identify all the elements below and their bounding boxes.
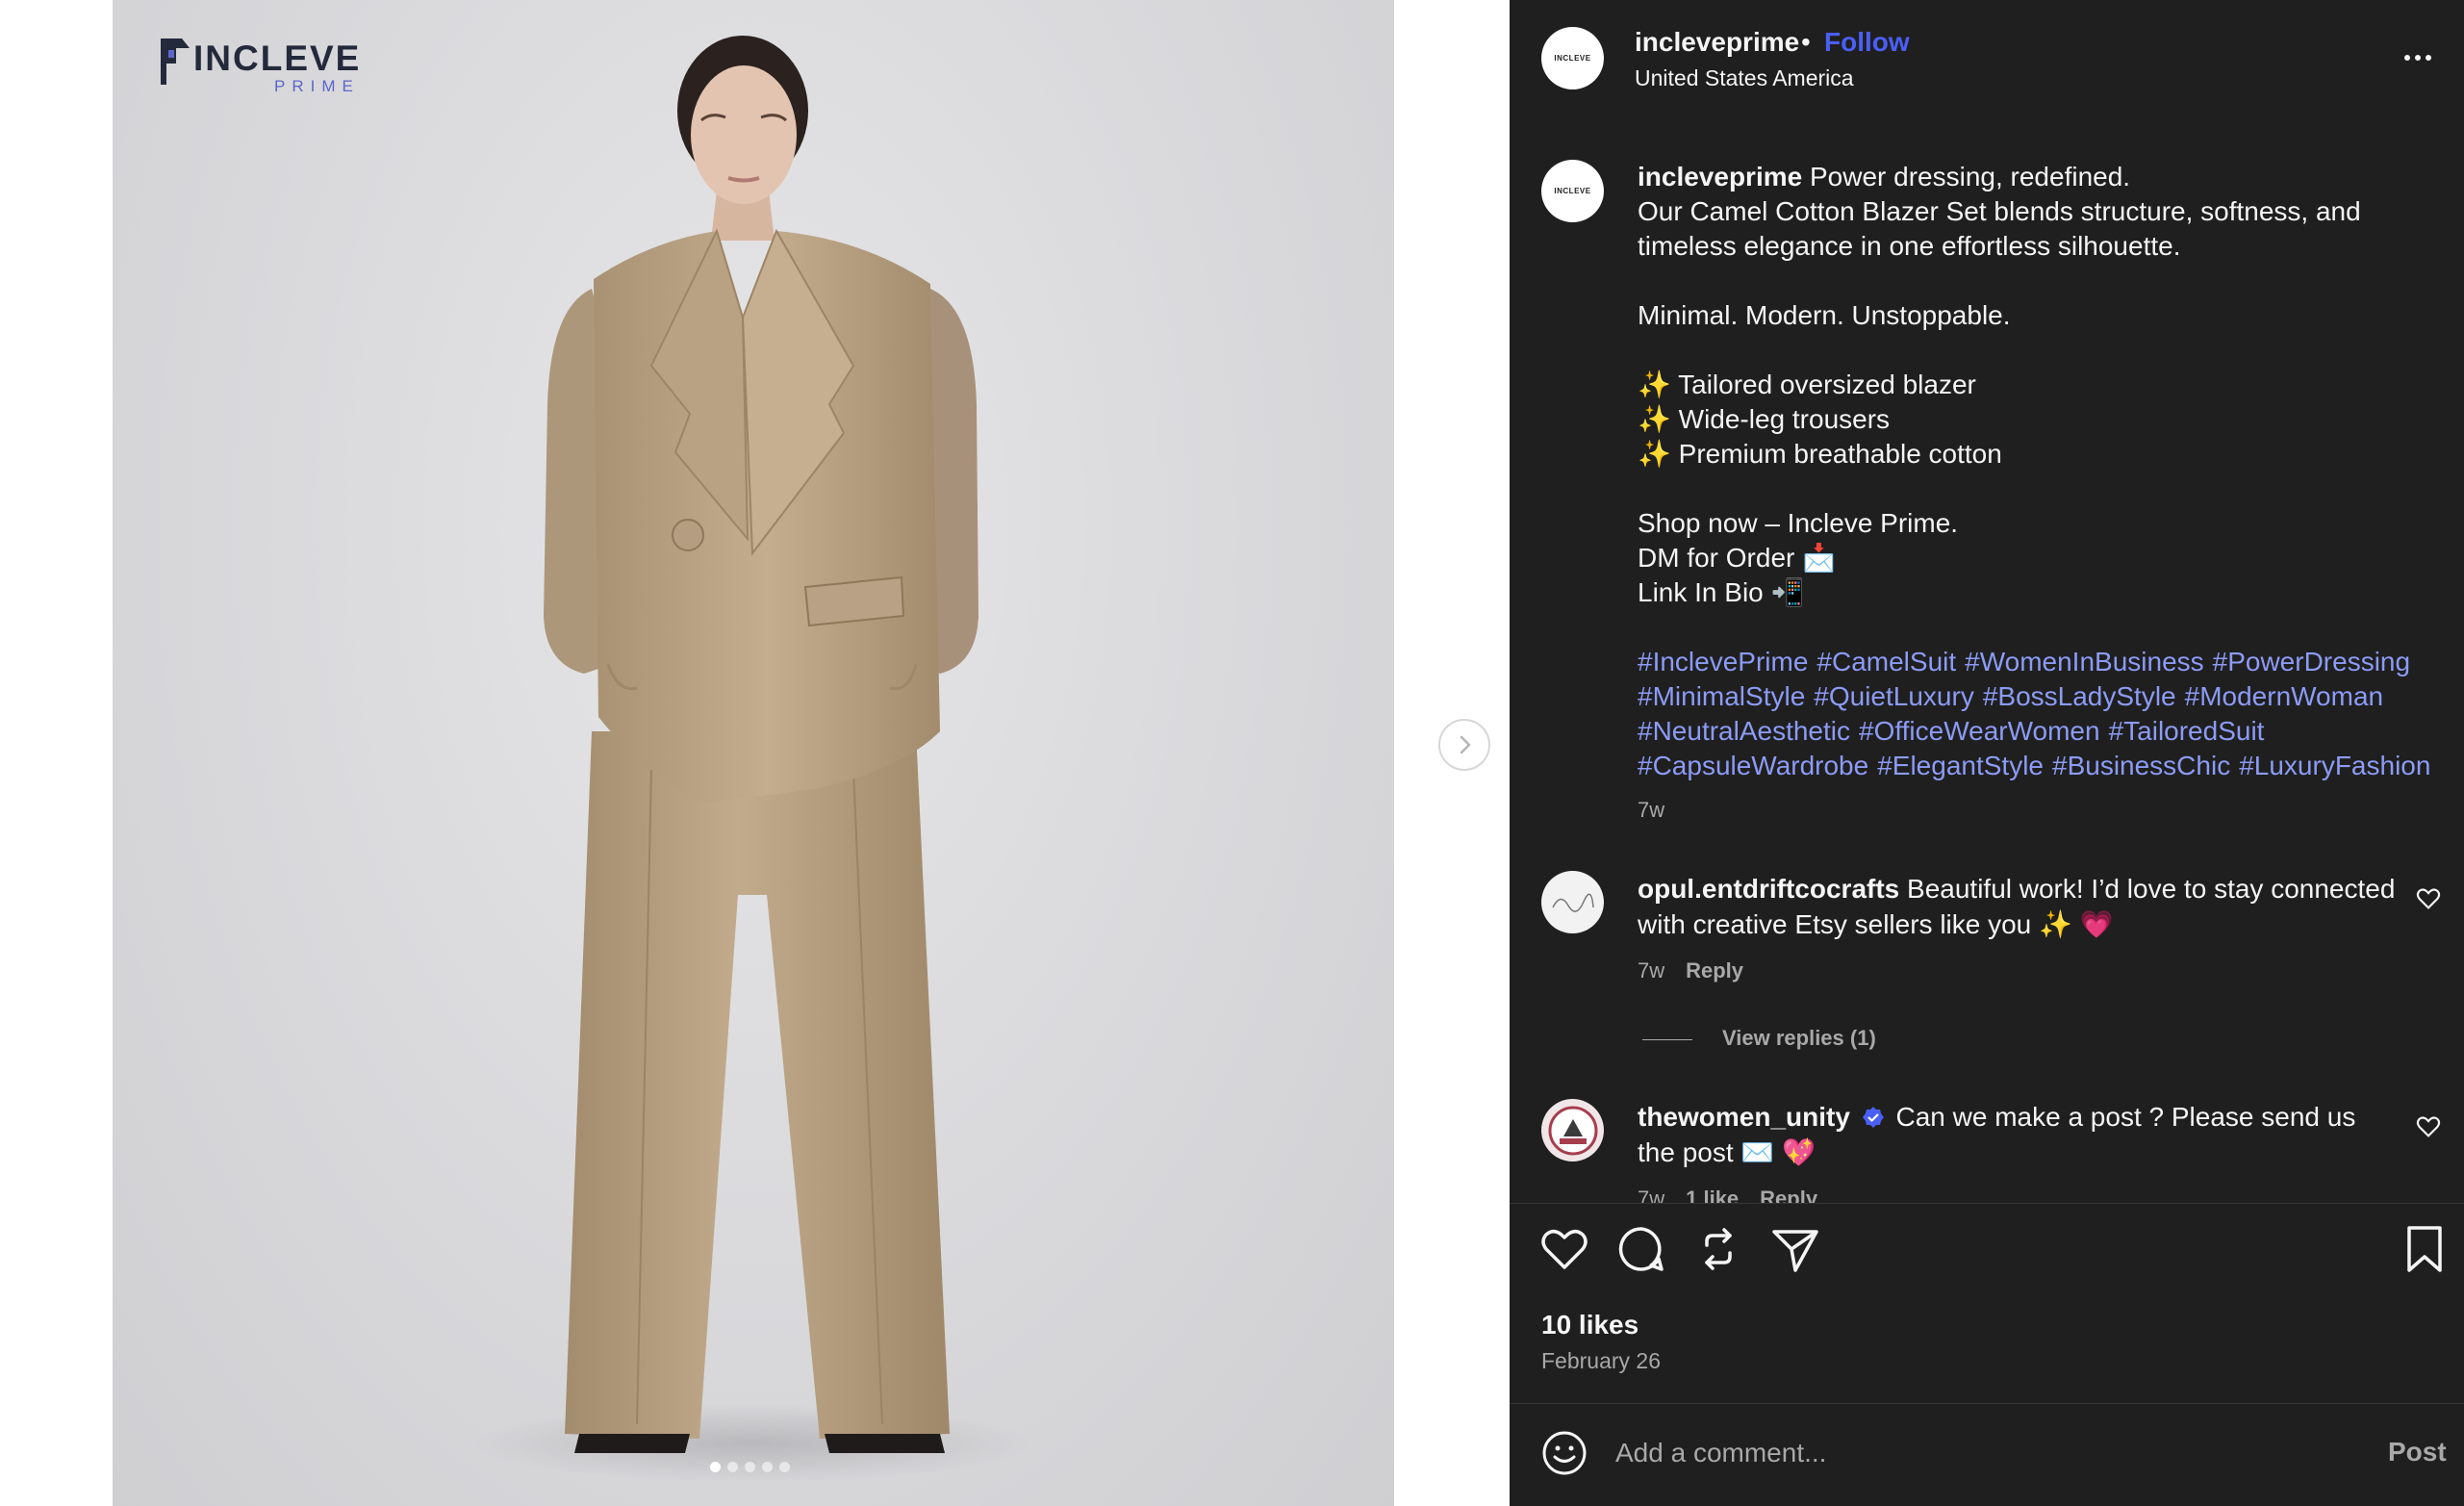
comment-item: thewomen_unity Can we make a post ? Plea… <box>1638 1099 2398 1170</box>
comment-composer: Post <box>1510 1403 2464 1506</box>
emoji-icon[interactable] <box>1540 1429 1588 1477</box>
carousel-next-button[interactable] <box>1438 719 1490 771</box>
post-comment-button[interactable]: Post <box>2388 1437 2447 1468</box>
post-actions-bar <box>1510 1222 2464 1289</box>
comment-avatar[interactable] <box>1541 1099 1604 1161</box>
caption-line: Power dressing, redefined. <box>1809 162 2131 191</box>
hashtag-link[interactable]: #BossLadyStyle <box>1983 681 2176 711</box>
comment-username[interactable]: thewomen_unity <box>1638 1102 1850 1132</box>
carousel-indicator <box>710 1462 790 1472</box>
caption-line-first: incleveprime Power dressing, redefined. <box>1638 160 2426 194</box>
comment-meta: 7w Reply <box>1638 958 1743 983</box>
hashtag-link[interactable]: #PowerDressing <box>2213 647 2410 676</box>
view-replies-button[interactable]: View replies (1) <box>1722 1026 1876 1051</box>
post-side-panel: INCLEVE incleveprime • Follow United Sta… <box>1510 0 2464 1506</box>
profile-avatar[interactable]: INCLEVE <box>1541 27 1604 89</box>
caption-line: ✨ Tailored oversized blazer <box>1638 370 1976 399</box>
avatar-label: INCLEVE <box>1554 187 1591 195</box>
carousel-dot <box>779 1462 790 1472</box>
caption-line: ✨ Premium breathable cotton <box>1638 439 2002 469</box>
comment-username[interactable]: opul.entdriftcocrafts <box>1638 874 1899 904</box>
post-date: February 26 <box>1541 1348 1662 1373</box>
comment-likes[interactable]: 1 like <box>1686 1187 1739 1203</box>
caption-hashtags: #InclevePrime #CamelSuit #WomenInBusiness #… <box>1638 645 2430 783</box>
follow-button[interactable]: Follow <box>1824 27 1910 58</box>
comment-age[interactable]: 7w <box>1638 958 1664 983</box>
hashtag-link[interactable]: #ElegantStyle <box>1877 751 2044 780</box>
hashtag-link[interactable]: #OfficeWearWomen <box>1859 716 2100 746</box>
comments-scroll-area[interactable]: INCLEVE incleveprime Power dressing, red… <box>1510 125 2464 1203</box>
caption-gap <box>1638 264 2426 298</box>
heart-icon[interactable] <box>1537 1222 1591 1276</box>
brand-name: INCLEVE <box>193 38 362 78</box>
caption-gap <box>1638 472 2426 506</box>
post-caption: incleveprime Power dressing, redefined. … <box>1638 160 2430 828</box>
comment-age[interactable]: 7w <box>1638 1187 1664 1203</box>
caption-gap <box>1638 610 2426 645</box>
caption-line: Minimal. Modern. Unstoppable. <box>1638 300 2011 330</box>
avatar-badge-icon <box>1548 1106 1597 1155</box>
caption-age[interactable]: 7w <box>1638 793 2426 828</box>
hashtag-link[interactable]: #LuxuryFashion <box>2239 751 2430 780</box>
brand-mark-icon <box>161 38 190 85</box>
hashtag-link[interactable]: #WomenInBusiness <box>1965 647 2204 676</box>
brand-subtitle: PRIME <box>274 77 360 95</box>
hashtag-link[interactable]: #InclevePrime <box>1638 647 1808 676</box>
header-username[interactable]: incleveprime <box>1635 27 1799 58</box>
hashtag-link[interactable]: #CamelSuit <box>1816 647 1956 676</box>
send-icon[interactable] <box>1768 1222 1822 1276</box>
caption-line: ✨ Wide-leg trousers <box>1638 404 1891 434</box>
comment-item: opul.entdriftcocrafts Beautiful work! I’… <box>1638 871 2398 942</box>
location-link[interactable]: United States America <box>1635 65 1854 91</box>
more-options-button[interactable] <box>2404 38 2452 77</box>
comment-like-heart-icon[interactable] <box>2415 1113 2442 1140</box>
comment-reply-button[interactable]: Reply <box>1686 958 1743 983</box>
caption-gap <box>1638 333 2426 368</box>
caption-avatar[interactable]: INCLEVE <box>1541 160 1604 222</box>
comment-reply-button[interactable]: Reply <box>1760 1187 1817 1203</box>
carousel-dot <box>727 1462 738 1472</box>
caption-line: Our Camel Cotton Blazer Set blends struc… <box>1638 196 2361 261</box>
chevron-right-icon <box>1460 735 1471 754</box>
more-dot <box>2426 55 2431 61</box>
more-dot <box>2404 55 2410 61</box>
hashtag-link[interactable]: #TailoredSuit <box>2109 716 2265 746</box>
hashtag-link[interactable]: #BusinessChic <box>2052 751 2230 780</box>
hashtag-link[interactable]: #CapsuleWardrobe <box>1638 751 1868 780</box>
verified-badge-icon <box>1862 1107 1884 1128</box>
view-replies-line <box>1642 1039 1692 1040</box>
comment-avatar[interactable] <box>1541 871 1604 933</box>
caption-line: Link In Bio 📲 <box>1638 577 1805 607</box>
bookmark-icon[interactable] <box>2398 1222 2451 1276</box>
header-separator: • <box>1801 27 1811 57</box>
hashtag-link[interactable]: #QuietLuxury <box>1814 681 1974 711</box>
carousel-dot-active <box>710 1462 721 1472</box>
comment-like-heart-icon[interactable] <box>2415 885 2442 912</box>
actions-divider <box>1510 1203 2464 1204</box>
likes-count[interactable]: 10 likes <box>1541 1310 1638 1340</box>
caption-line: Shop now – Incleve Prime. <box>1638 508 1959 538</box>
post-media[interactable]: INCLEVE PRIME <box>113 0 1394 1506</box>
hashtag-link[interactable]: #NeutralAesthetic <box>1638 716 1850 746</box>
comment-icon[interactable] <box>1614 1222 1668 1276</box>
caption-username[interactable]: incleveprime <box>1638 162 1802 191</box>
carousel-dot <box>762 1462 773 1472</box>
more-dot <box>2415 55 2421 61</box>
comment-meta: 7w 1 like Reply <box>1638 1187 1817 1203</box>
comment-input[interactable] <box>1615 1429 2347 1477</box>
caption-line: DM for Order 📩 <box>1638 543 1836 573</box>
repost-icon[interactable] <box>1691 1222 1745 1276</box>
hashtag-link[interactable]: #MinimalStyle <box>1638 681 1805 711</box>
hashtag-link[interactable]: #ModernWoman <box>2185 681 2383 711</box>
avatar-label: INCLEVE <box>1554 54 1591 63</box>
brand-logo: INCLEVE PRIME <box>157 35 359 95</box>
avatar-signature-icon <box>1551 893 1594 912</box>
post-photo <box>473 36 1031 1482</box>
carousel-dot <box>745 1462 755 1472</box>
